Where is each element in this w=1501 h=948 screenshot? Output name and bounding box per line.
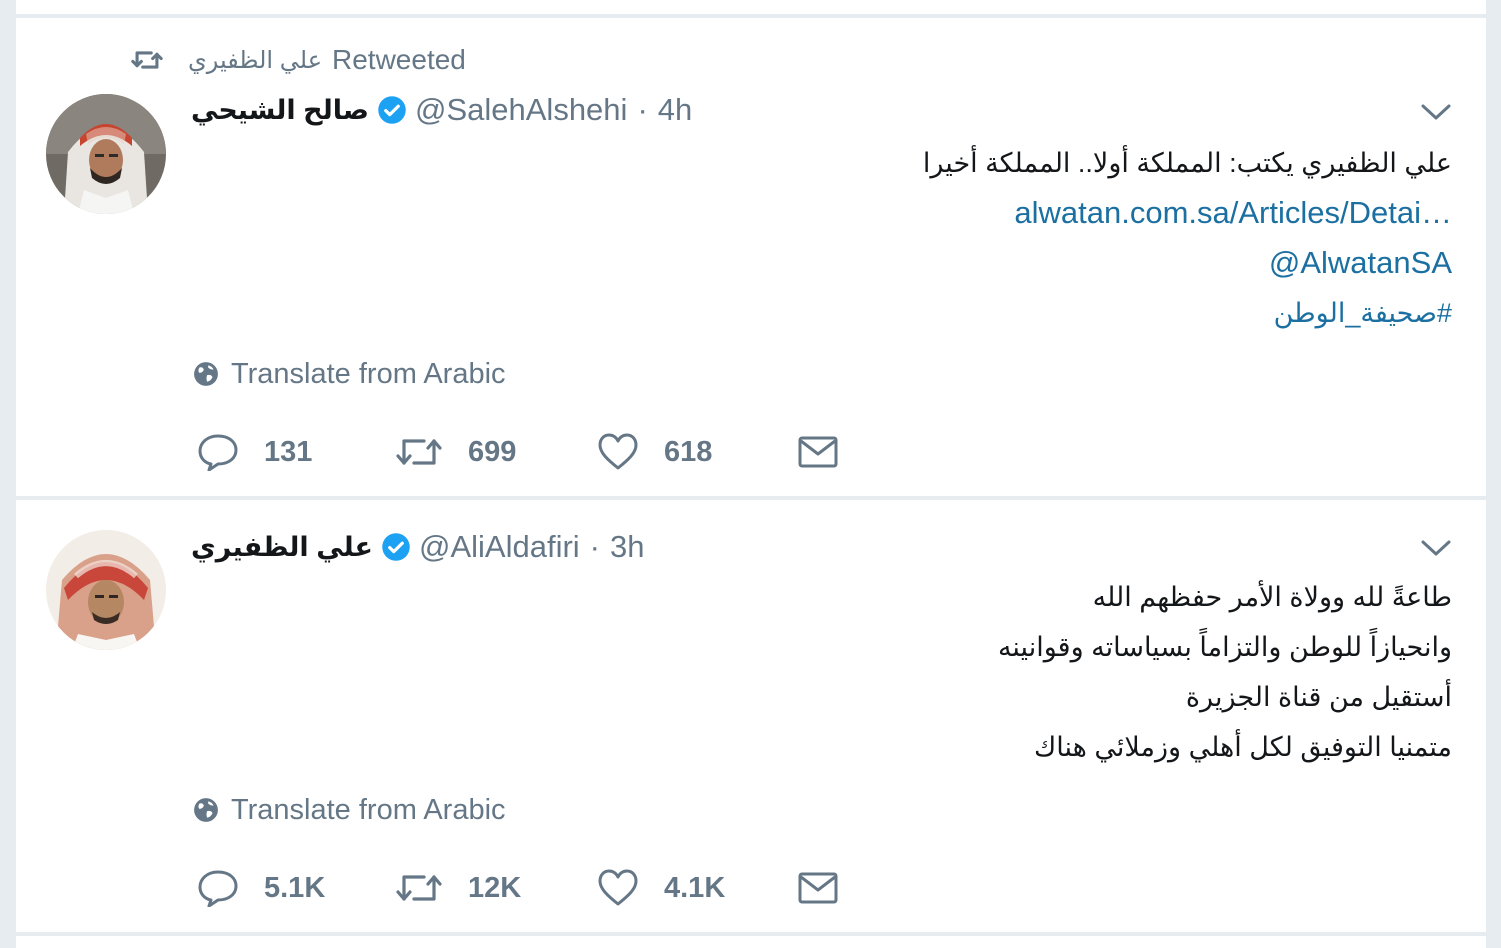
reply-count: 5.1K [264, 871, 326, 904]
envelope-icon [798, 436, 838, 468]
tweet-mention[interactable]: @AlwatanSA [923, 238, 1452, 288]
next-tweet-edge [16, 936, 1486, 948]
retweeted-label: Retweeted [332, 44, 466, 75]
timeline: علي الظفيري Retweeted صالح الشيحي @Saleh… [16, 0, 1486, 948]
verified-badge-icon [378, 96, 406, 124]
tweet-text-line: طاعةً لله وولاة الأمر حفظهم الله [1092, 582, 1452, 612]
envelope-icon [798, 872, 838, 904]
like-count: 618 [664, 435, 713, 468]
like-count: 4.1K [664, 871, 726, 904]
translate-label: Translate from Arabic [231, 357, 506, 390]
separator-dot: · [637, 92, 648, 127]
translate-label: Translate from Arabic [231, 793, 506, 826]
translate-link[interactable]: Translate from Arabic [193, 356, 506, 392]
author-name[interactable]: علي الظفيري [191, 532, 373, 563]
author-name[interactable]: صالح الشيحي [191, 95, 369, 126]
tweet-header: علي الظفيري @AliAldafiri · 3h [191, 527, 644, 567]
retweet-icon [396, 439, 442, 465]
globe-icon [194, 798, 218, 822]
tweet[interactable]: علي الظفيري Retweeted صالح الشيحي @Saleh… [16, 18, 1486, 496]
previous-tweet-edge [16, 0, 1486, 14]
retweet-count: 12K [468, 871, 522, 904]
separator-dot: · [589, 529, 600, 564]
heart-icon [598, 869, 638, 906]
avatar[interactable] [46, 530, 166, 650]
reply-icon [198, 870, 238, 907]
retweet-context: علي الظفيري Retweeted [130, 42, 466, 78]
retweet-icon [396, 875, 442, 901]
tweet-header: صالح الشيحي @SalehAlshehi · 4h [191, 90, 692, 130]
tweet-text: علي الظفيري يكتب: المملكة أولا.. المملكة… [923, 138, 1452, 338]
avatar[interactable] [46, 94, 166, 214]
tweet-text-line: وانحيازاً للوطن والتزاماً بسياساته وقوان… [997, 632, 1452, 662]
globe-icon [194, 362, 218, 386]
tweet-timestamp[interactable]: 4h [658, 92, 692, 128]
verified-badge-icon [382, 533, 410, 561]
direct-message-button[interactable] [798, 432, 838, 472]
tweet-text-line: علي الظفيري يكتب: المملكة أولا.. المملكة… [922, 148, 1452, 178]
heart-icon [598, 433, 638, 470]
author-handle[interactable]: @SalehAlshehi [415, 92, 627, 128]
tweet-hashtag[interactable]: #صحيفة_الوطن [923, 288, 1452, 338]
tweet-actions: 131 699 618 [198, 432, 898, 472]
retweet-button[interactable]: 699 [396, 432, 516, 472]
reply-button[interactable]: 131 [198, 432, 312, 472]
chevron-down-icon[interactable] [1420, 538, 1452, 558]
tweet-actions: 5.1K 12K 4.1K [198, 868, 898, 908]
direct-message-button[interactable] [798, 868, 838, 908]
retweet-count: 699 [468, 435, 517, 468]
retweet-button[interactable]: 12K [396, 868, 521, 908]
like-button[interactable]: 4.1K [598, 868, 725, 908]
tweet-text-line: أستقيل من قناة الجزيرة [1185, 682, 1452, 712]
translate-link[interactable]: Translate from Arabic [193, 792, 506, 828]
author-handle[interactable]: @AliAldafiri [419, 529, 580, 565]
like-button[interactable]: 618 [598, 432, 712, 472]
retweet-icon [131, 51, 163, 69]
reply-button[interactable]: 5.1K [198, 868, 325, 908]
chevron-down-icon[interactable] [1420, 102, 1452, 122]
retweeter-name[interactable]: علي الظفيري [188, 46, 322, 75]
reply-count: 131 [264, 435, 313, 468]
tweet-text: طاعةً لله وولاة الأمر حفظهم الله وانحياز… [998, 572, 1452, 772]
tweet-text-line: متمنيا التوفيق لكل أهلي وزملائي هناك [1034, 732, 1452, 762]
tweet-timestamp[interactable]: 3h [610, 529, 644, 565]
reply-icon [198, 434, 238, 471]
tweet[interactable]: علي الظفيري @AliAldafiri · 3h طاعةً لله … [16, 500, 1486, 932]
tweet-link[interactable]: alwatan.com.sa/Articles/Detai… [923, 188, 1452, 238]
